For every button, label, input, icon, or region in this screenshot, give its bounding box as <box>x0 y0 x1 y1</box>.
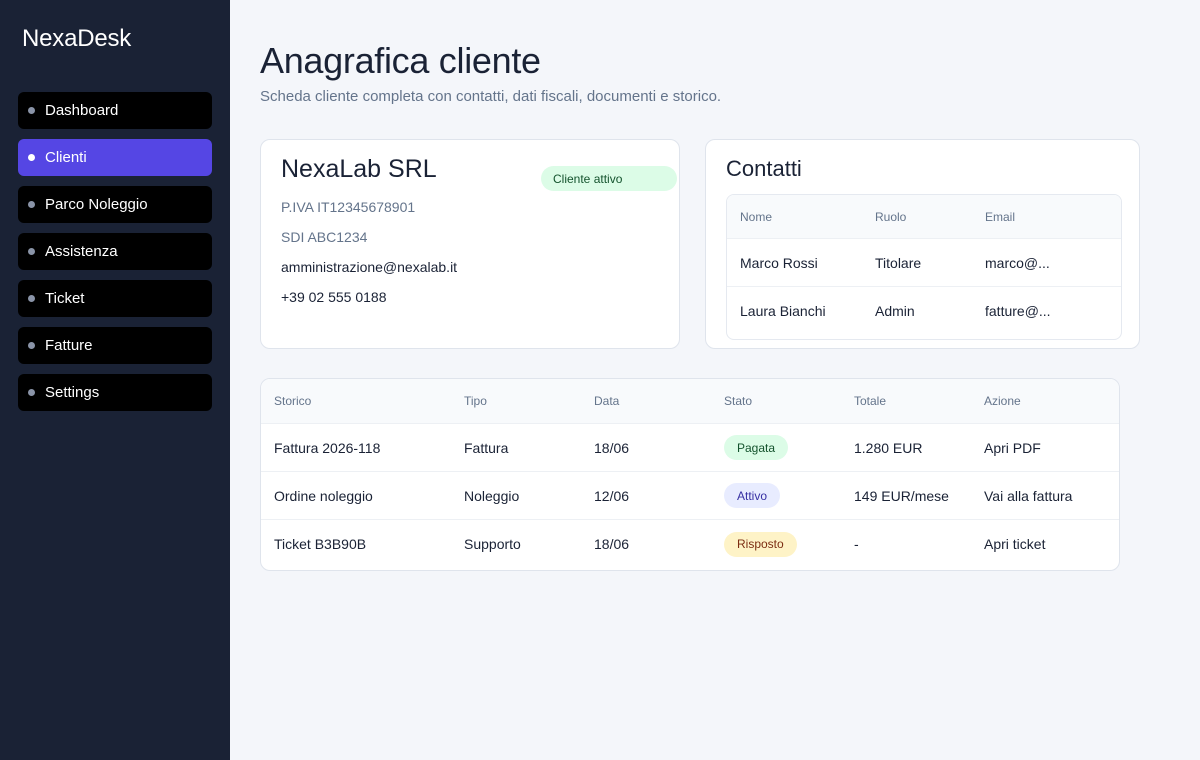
contact-email: fatture@... <box>985 303 1051 319</box>
table-header: Nome Ruolo Email <box>727 195 1121 239</box>
column-header: Data <box>594 394 620 408</box>
page-title: Anagrafica cliente <box>260 40 541 81</box>
sidebar-nav: Dashboard Clienti Parco Noleggio Assiste… <box>18 92 212 421</box>
column-header: Email <box>985 209 1016 224</box>
column-header: Ruolo <box>875 209 907 224</box>
bullet-icon <box>28 107 35 114</box>
history-table: Storico Tipo Data Stato Totale Azione Fa… <box>260 378 1120 571</box>
bullet-icon <box>28 342 35 349</box>
status-cell: Attivo <box>724 472 781 519</box>
column-header: Azione <box>984 394 1021 408</box>
sidebar-item-label: Clienti <box>45 149 87 166</box>
history-type: Noleggio <box>464 487 520 504</box>
history-item: Fattura 2026-118 <box>274 439 381 456</box>
history-date: 12/06 <box>594 487 630 504</box>
page-subtitle: Scheda cliente completa con contatti, da… <box>260 88 722 105</box>
contacts-title: Contatti <box>726 156 802 181</box>
client-email: amministrazione@nexalab.it <box>281 259 458 275</box>
sidebar-item-ticket[interactable]: Ticket <box>18 280 212 317</box>
history-type: Supporto <box>464 536 521 552</box>
history-date: 18/06 <box>594 536 630 552</box>
contact-role: Titolare <box>875 254 922 271</box>
history-total: 149 EUR/mese <box>854 487 949 504</box>
column-header: Tipo <box>464 394 487 408</box>
contact-name: Laura Bianchi <box>740 303 826 319</box>
table-row[interactable]: Marco Rossi Titolare marco@... <box>727 239 1121 287</box>
client-name: NexaLab SRL <box>281 155 437 183</box>
table-row[interactable]: Laura Bianchi Admin fatture@... <box>727 287 1121 335</box>
sidebar-item-assistenza[interactable]: Assistenza <box>18 233 212 270</box>
history-total: 1.280 EUR <box>854 439 923 456</box>
bullet-icon <box>28 295 35 302</box>
sidebar-item-label: Fatture <box>45 337 93 354</box>
bullet-icon <box>28 201 35 208</box>
status-cell: Risposto <box>724 520 797 568</box>
column-header: Totale <box>854 394 887 408</box>
status-badge: Pagata <box>724 435 789 460</box>
history-item: Ticket B3B90B <box>274 536 367 552</box>
contact-email: marco@... <box>985 254 1050 271</box>
client-phone: +39 02 555 0188 <box>281 289 387 305</box>
brand-logo: NexaDesk <box>22 25 132 52</box>
table-row[interactable]: Fattura 2026-118 Fattura 18/06 Pagata 1.… <box>261 424 1119 472</box>
open-ticket-link[interactable]: Apri ticket <box>984 520 1045 568</box>
bullet-icon <box>28 248 35 255</box>
status-badge: Risposto <box>724 531 797 557</box>
status-cell: Pagata <box>724 424 789 471</box>
open-pdf-link[interactable]: Apri PDF <box>984 424 1041 471</box>
table-row[interactable]: Ticket B3B90B Supporto 18/06 Risposto - … <box>261 520 1119 568</box>
history-date: 18/06 <box>594 439 630 456</box>
contact-name: Marco Rossi <box>740 254 818 271</box>
status-badge: Cliente attivo <box>541 166 677 191</box>
sidebar-item-label: Parco Noleggio <box>45 196 148 213</box>
history-item: Ordine noleggio <box>274 487 373 504</box>
bullet-icon <box>28 389 35 396</box>
column-header: Nome <box>740 209 773 224</box>
status-badge: Attivo <box>724 483 781 508</box>
sidebar-item-label: Dashboard <box>45 102 119 119</box>
sidebar-item-label: Assistenza <box>45 243 118 260</box>
sidebar-item-label: Settings <box>45 384 100 401</box>
sidebar-item-settings[interactable]: Settings <box>18 374 212 411</box>
history-total: - <box>854 536 859 552</box>
contact-role: Admin <box>875 303 915 319</box>
sidebar-item-label: Ticket <box>45 290 85 307</box>
contacts-card: Contatti Nome Ruolo Email Marco Rossi Ti… <box>705 139 1140 349</box>
client-sdi: SDI ABC1234 <box>281 229 368 245</box>
history-type: Fattura <box>464 439 509 456</box>
sidebar-item-parco-noleggio[interactable]: Parco Noleggio <box>18 186 212 223</box>
column-header: Storico <box>274 394 312 408</box>
client-vat: P.IVA IT12345678901 <box>281 199 416 215</box>
table-header: Storico Tipo Data Stato Totale Azione <box>261 379 1119 424</box>
go-to-invoice-link[interactable]: Vai alla fattura <box>984 472 1072 519</box>
column-header: Stato <box>724 394 753 408</box>
client-card: NexaLab SRL Cliente attivo P.IVA IT12345… <box>260 139 680 349</box>
sidebar-item-fatture[interactable]: Fatture <box>18 327 212 364</box>
bullet-icon <box>28 154 35 161</box>
contacts-table: Nome Ruolo Email Marco Rossi Titolare ma… <box>726 194 1122 340</box>
sidebar-item-clienti[interactable]: Clienti <box>18 139 212 176</box>
sidebar: NexaDesk Dashboard Clienti Parco Noleggi… <box>0 0 230 760</box>
table-row[interactable]: Ordine noleggio Noleggio 12/06 Attivo 14… <box>261 472 1119 520</box>
sidebar-item-dashboard[interactable]: Dashboard <box>18 92 212 129</box>
